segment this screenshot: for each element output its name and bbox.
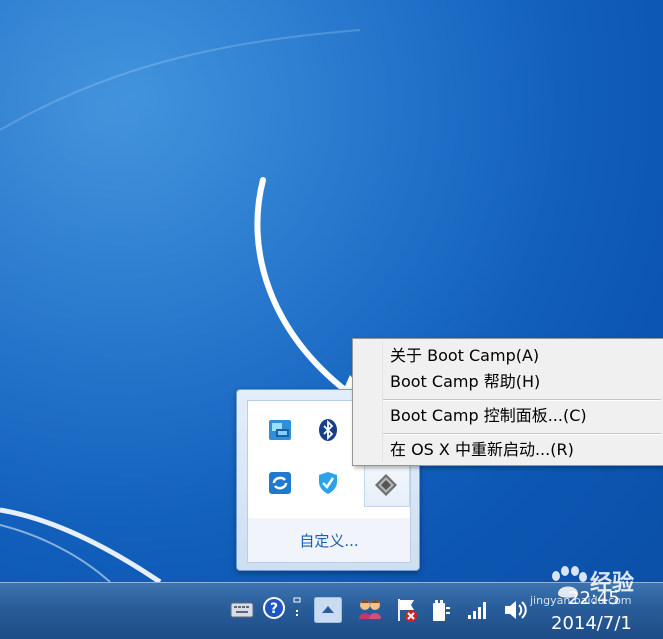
sync-icon[interactable] [268, 471, 292, 495]
menu-item-control-panel[interactable]: Boot Camp 控制面板...(C) [354, 403, 663, 429]
watermark-url: jingyan.baidu.com [530, 594, 632, 607]
menu-separator [383, 399, 661, 401]
security-shield-icon[interactable] [316, 471, 340, 495]
tray-footer: 自定义... [247, 518, 411, 563]
menu-item-help[interactable]: Boot Camp 帮助(H) [354, 369, 663, 395]
menu-item-about[interactable]: 关于 Boot Camp(A) [354, 343, 663, 369]
users-icon[interactable] [356, 597, 384, 627]
show-hidden-icons-button[interactable] [314, 597, 342, 627]
boot-camp-icon[interactable] [374, 473, 398, 497]
expand-icon[interactable] [292, 597, 302, 623]
watermark-text: 经验 [590, 571, 635, 596]
svg-text:?: ? [270, 601, 278, 617]
network-monitor-icon[interactable] [268, 418, 292, 442]
boot-camp-context-menu: 关于 Boot Camp(A) Boot Camp 帮助(H) Boot Cam… [352, 338, 663, 466]
keyboard-icon[interactable] [230, 601, 254, 623]
customize-link[interactable]: 自定义... [299, 530, 358, 551]
bluetooth-icon[interactable] [316, 418, 340, 442]
wifi-signal-icon[interactable] [466, 599, 488, 625]
help-icon[interactable]: ? [262, 596, 286, 624]
menu-item-restart-osx[interactable]: 在 OS X 中重新启动...(R) [354, 437, 663, 463]
menu-separator [383, 433, 661, 435]
clock-date[interactable]: 2014/7/1 [551, 613, 632, 634]
volume-icon[interactable] [502, 597, 528, 627]
flag-icon[interactable] [394, 597, 420, 627]
power-plug-icon[interactable] [430, 597, 452, 627]
